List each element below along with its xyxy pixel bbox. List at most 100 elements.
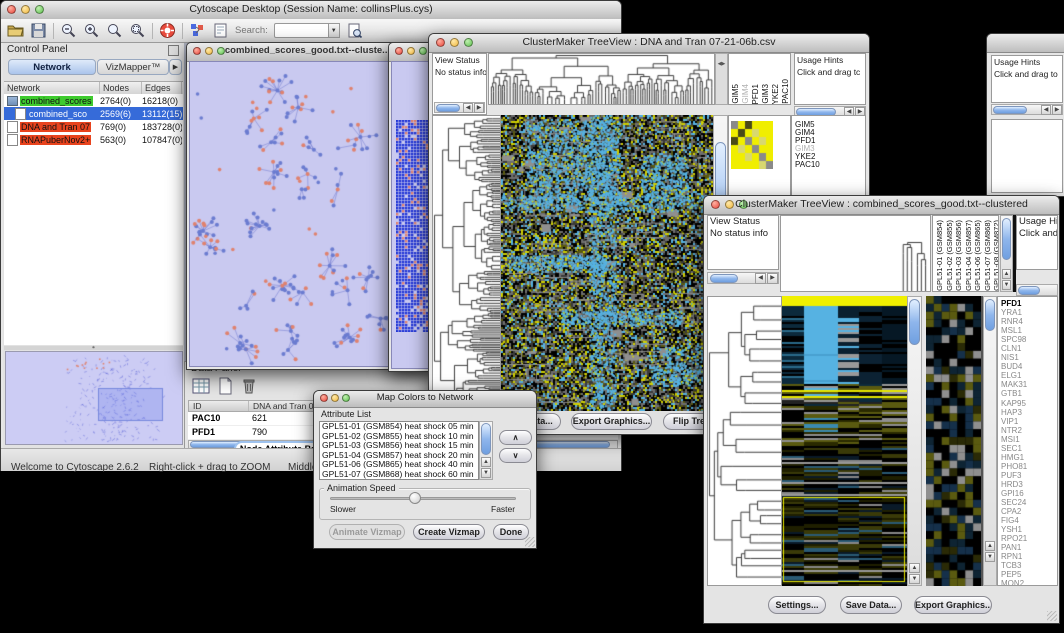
new-attribute-icon[interactable]: [215, 376, 235, 396]
network-list-row[interactable]: combined_scores 2764(0) 16218(0): [4, 94, 183, 107]
tab-vizmapper[interactable]: VizMapper™: [97, 59, 169, 75]
treeview2-column-dendrogram[interactable]: [780, 215, 931, 292]
treeview1-heatmap[interactable]: [501, 115, 713, 411]
column-scroll-strip[interactable]: ◀▶: [715, 53, 728, 105]
help-icon[interactable]: [159, 22, 176, 39]
done-button[interactable]: Done: [493, 524, 529, 540]
column-label: GIM5: [731, 84, 740, 104]
panel-divider[interactable]: ⁕: [4, 346, 183, 350]
close-button[interactable]: [395, 47, 403, 55]
scroll-down-icon[interactable]: ▼: [481, 468, 491, 478]
treeview2-title-bar[interactable]: ClusterMaker TreeView : combined_scores_…: [704, 196, 1059, 215]
network-list-row[interactable]: combined_sco 2569(6) 13112(15): [4, 107, 183, 120]
resize-grip[interactable]: [525, 537, 535, 547]
open-session-icon[interactable]: [7, 22, 24, 39]
treeview2-zoom-vscrollbar[interactable]: ▲ ▼: [983, 296, 997, 586]
attribute-listbox[interactable]: GPL51-01 (GSM854) heat shock 05 minGPL51…: [319, 421, 479, 480]
scroll-up-icon[interactable]: ▲: [909, 563, 920, 573]
treeview2-uh-hscrollbar[interactable]: [1016, 284, 1058, 296]
birdseye-canvas[interactable]: [6, 352, 182, 444]
network-grid-canvas[interactable]: [396, 120, 430, 332]
treeview2-row-dendrogram[interactable]: [707, 296, 782, 586]
move-up-button[interactable]: ∧: [499, 430, 532, 445]
gene-label: NIS1: [1001, 353, 1027, 362]
search-input[interactable]: [274, 23, 330, 38]
treeview2-vs-hscrollbar[interactable]: ◀ ▶: [707, 272, 779, 284]
search-label: Search:: [235, 25, 268, 36]
delete-attribute-icon[interactable]: [239, 376, 259, 396]
network-icon: [7, 121, 18, 133]
main-title-bar[interactable]: Cytoscape Desktop (Session Name: collins…: [1, 1, 621, 20]
view-status-hscrollbar[interactable]: ◀ ▶: [434, 102, 485, 113]
scroll-down-icon[interactable]: ▼: [1002, 280, 1011, 290]
scroll-right-icon[interactable]: ▶: [1052, 105, 1062, 115]
tab-network[interactable]: Network: [8, 59, 96, 75]
scroll-right-icon[interactable]: ▶: [474, 103, 484, 113]
similarity-matrix-canvas[interactable]: [731, 121, 773, 169]
network-list-row[interactable]: RNAPuberNov2+ 563(0) 107847(0): [4, 133, 183, 146]
filter-icon[interactable]: [346, 22, 363, 39]
treeview3-window-fragment: Usage Hints Click and drag to ◀ ▶: [986, 33, 1064, 197]
zoom-in-icon[interactable]: [83, 22, 100, 39]
birdseye-view[interactable]: [5, 351, 183, 445]
animation-speed-slider-track[interactable]: [330, 497, 516, 500]
attribute-browser-icon[interactable]: [189, 22, 206, 39]
search-dropdown-arrow[interactable]: ▼: [328, 23, 340, 38]
scroll-left-icon[interactable]: ◀: [755, 273, 766, 284]
create-vizmap-button[interactable]: Create Vizmap: [413, 524, 485, 540]
scroll-left-icon[interactable]: ◀: [463, 103, 473, 113]
animate-vizmap-button[interactable]: Animate Vizmap: [329, 524, 405, 540]
treeview2-vscrollbar[interactable]: ▲ ▼: [907, 296, 922, 586]
settings-button[interactable]: Settings...: [768, 596, 826, 614]
column-label: GPL51-06 (GSM865): [974, 220, 982, 291]
view-status-title: View Status: [433, 54, 486, 66]
export-graphics-button[interactable]: Export Graphics...: [571, 413, 652, 430]
treeview2-heatmap[interactable]: [782, 296, 907, 586]
treeview3-title-bar[interactable]: [987, 34, 1064, 53]
gene-label: FIG4: [1001, 516, 1027, 525]
network-list-row[interactable]: DNA and Tran 07 769(0) 183728(0): [4, 120, 183, 133]
animation-speed-slider-thumb[interactable]: [409, 492, 421, 504]
treeview2-button-bar: Settings... Save Data... Export Graphics…: [705, 586, 1058, 622]
zoom-out-icon[interactable]: [60, 22, 77, 39]
minimize-button[interactable]: [407, 47, 415, 55]
treeview2-labels-vscrollbar[interactable]: ▲ ▼: [1000, 215, 1013, 292]
treeview1-title-bar[interactable]: ClusterMaker TreeView : DNA and Tran 07-…: [429, 34, 869, 53]
treeview3-hscrollbar[interactable]: ◀ ▶: [991, 104, 1063, 115]
gene-label: BUD4: [1001, 362, 1027, 371]
column-label: GPL51-01 (GSM854): [936, 220, 944, 291]
float-panel-icon[interactable]: [168, 45, 179, 56]
scroll-right-icon[interactable]: ▶: [767, 273, 778, 284]
scroll-left-icon[interactable]: ◀: [1041, 105, 1051, 115]
gene-label: PUF3: [1001, 471, 1027, 480]
zoom-fit-icon[interactable]: [106, 22, 123, 39]
treeview1-column-dendrogram[interactable]: [488, 53, 715, 105]
dialog-title-bar[interactable]: Map Colors to Network: [314, 391, 536, 408]
zoom-selected-icon[interactable]: [129, 22, 146, 39]
export-graphics-button[interactable]: Export Graphics...: [914, 596, 992, 614]
resize-grip[interactable]: [1047, 611, 1057, 621]
scroll-down-icon[interactable]: ▼: [909, 574, 920, 584]
gene-label: CPA2: [1001, 507, 1027, 516]
scroll-up-icon[interactable]: ▲: [985, 541, 995, 551]
toolbar-separator: [152, 23, 153, 39]
tab-overflow-arrow[interactable]: ▶: [169, 59, 182, 75]
treeview2-zoom-heatmap[interactable]: [926, 296, 981, 586]
zoom-button[interactable]: [419, 47, 427, 55]
search-box: ▼: [274, 23, 340, 38]
attribute-list-vscrollbar[interactable]: ▲ ▼: [479, 421, 493, 480]
gene-label: RPO21: [1001, 534, 1027, 543]
save-session-icon[interactable]: [30, 22, 47, 39]
usage-hints-title: Usage Hints: [795, 54, 865, 66]
treeview1-view-status-panel: View Status No status info f ◀ ▶: [432, 53, 487, 115]
gene-label: PAC10: [795, 161, 820, 169]
save-data-button[interactable]: Save Data...: [840, 596, 902, 614]
scroll-down-icon[interactable]: ▼: [985, 552, 995, 562]
annotation-icon[interactable]: [212, 22, 229, 39]
scroll-up-icon[interactable]: ▲: [1002, 269, 1011, 279]
attribute-list-item[interactable]: GPL51-07 (GSM868) heat shock 60 min: [320, 470, 478, 480]
scroll-up-icon[interactable]: ▲: [481, 457, 491, 467]
treeview1-row-dendrogram[interactable]: [432, 115, 501, 411]
move-down-button[interactable]: ∨: [499, 448, 532, 463]
attribute-table-icon[interactable]: [191, 376, 211, 396]
